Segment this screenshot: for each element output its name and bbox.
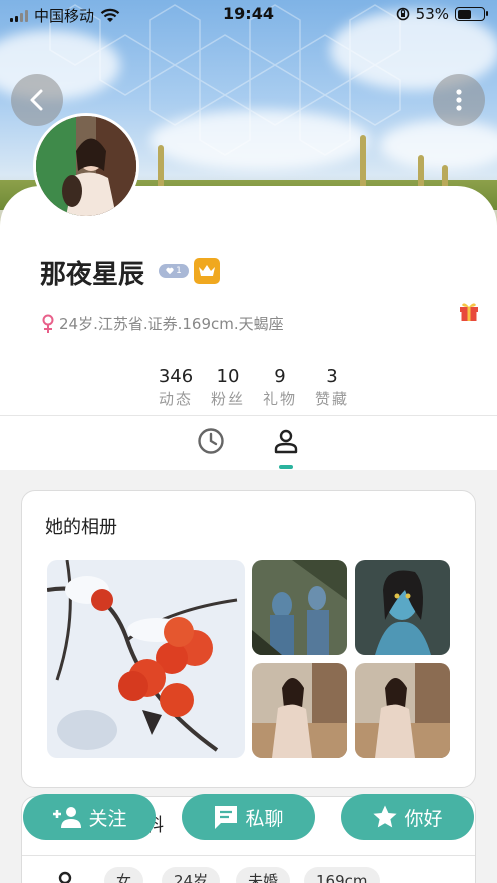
- crown-badge: [194, 258, 220, 284]
- chat-button[interactable]: 私聊: [182, 794, 315, 840]
- divider: [22, 855, 475, 856]
- follow-label: 关注: [88, 807, 127, 830]
- stat-value: 346: [158, 366, 194, 387]
- tab-timeline[interactable]: [196, 426, 226, 456]
- stat-label: 礼物: [262, 390, 297, 408]
- profile-info: 24岁.江苏省.证券.169cm.天蝎座: [40, 313, 284, 334]
- heart-badge-count: 1: [176, 266, 182, 276]
- gift-icon: [460, 303, 478, 321]
- more-vertical-icon: [456, 89, 462, 111]
- stat-posts[interactable]: 346 动态: [150, 366, 202, 409]
- status-bar: 中国移动 19:44 53%: [0, 0, 497, 30]
- album-photo[interactable]: [47, 560, 245, 758]
- person-icon: [58, 871, 72, 883]
- active-tab-indicator: [279, 465, 293, 469]
- profile-stats: 346 动态 10 粉丝 9 礼物 3 赞藏: [150, 366, 358, 409]
- clock-icon: [198, 428, 224, 454]
- profile-info-text: 24岁.江苏省.证券.169cm.天蝎座: [59, 315, 284, 333]
- tab-profile[interactable]: [271, 426, 301, 456]
- persimmon-photo: [47, 560, 245, 758]
- stat-gifts[interactable]: 9 礼物: [254, 366, 306, 409]
- portrait-photo: [252, 663, 347, 758]
- stat-value: 9: [274, 366, 286, 387]
- album-card: 她的相册: [21, 490, 476, 788]
- stat-label: 赞藏: [314, 390, 349, 408]
- heart-icon: [166, 267, 174, 275]
- hello-label: 你好: [404, 807, 443, 830]
- battery-icon: [455, 7, 488, 21]
- crown-icon: [199, 265, 215, 276]
- stat-favorites[interactable]: 3 赞藏: [306, 366, 358, 409]
- chevron-left-icon: [30, 89, 43, 111]
- album-title: 她的相册: [45, 517, 117, 538]
- stat-label: 粉丝: [210, 390, 245, 408]
- stat-fans[interactable]: 10 粉丝: [202, 366, 254, 409]
- profile-name: 那夜星辰: [40, 260, 145, 290]
- album-photo[interactable]: [355, 663, 450, 758]
- star-icon: [373, 805, 398, 828]
- album-photo[interactable]: [355, 560, 450, 655]
- say-hello-button[interactable]: 你好: [341, 794, 474, 840]
- album-photo[interactable]: [252, 560, 347, 655]
- chat-icon: [215, 806, 238, 829]
- avatar-movie-photo: [252, 560, 347, 655]
- detail-chip-height: 169cm: [304, 867, 380, 883]
- orientation-lock-icon: [396, 7, 409, 21]
- stat-label: 动态: [158, 390, 193, 408]
- more-options-button[interactable]: [433, 74, 485, 126]
- heart-level-badge: 1: [159, 264, 189, 278]
- female-icon: [42, 314, 54, 333]
- battery-fill: [457, 9, 471, 19]
- back-button[interactable]: [11, 74, 63, 126]
- avatar[interactable]: [33, 113, 139, 219]
- gift-button[interactable]: [458, 300, 480, 326]
- add-person-icon: [53, 807, 82, 828]
- detail-chip-gender: 女: [104, 867, 144, 883]
- portrait-photo: [355, 663, 450, 758]
- follow-button[interactable]: 关注: [23, 794, 156, 840]
- chat-label: 私聊: [245, 807, 284, 830]
- avatar-photo: [36, 116, 136, 216]
- detail-chip-age: 24岁: [162, 867, 221, 883]
- stat-value: 10: [216, 366, 240, 387]
- battery-percent: 53%: [415, 5, 449, 23]
- detail-chip-marital: 未婚: [236, 867, 291, 883]
- avatar-character-photo: [355, 560, 450, 655]
- divider: [0, 415, 497, 416]
- person-icon: [274, 429, 298, 454]
- album-photo[interactable]: [252, 663, 347, 758]
- stat-value: 3: [326, 366, 338, 387]
